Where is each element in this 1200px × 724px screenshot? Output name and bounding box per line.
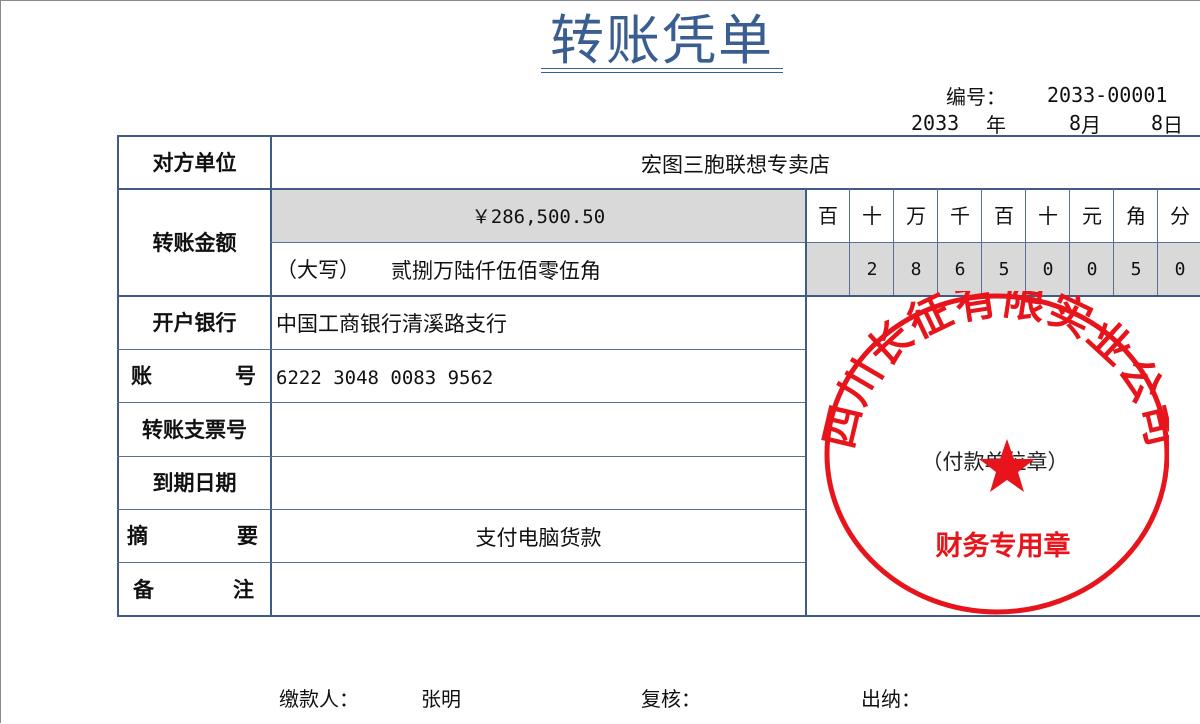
digit-header: 万 bbox=[906, 204, 926, 228]
digit-header: 千 bbox=[950, 204, 970, 228]
account-value: 6222 3048 0083 9562 bbox=[276, 367, 494, 389]
account-label-b: 号 bbox=[235, 364, 256, 388]
bank-label: 开户银行 bbox=[152, 311, 237, 335]
seal-bottom-text: 财务专用章 bbox=[936, 530, 1071, 562]
summary-label-b: 要 bbox=[237, 524, 258, 548]
cheque-label: 转账支票号 bbox=[142, 418, 247, 442]
remark-label-b: 注 bbox=[233, 578, 254, 602]
payer-value: 张明 bbox=[421, 687, 461, 711]
counterparty-value: 宏图三胞联想专卖店 bbox=[641, 153, 830, 177]
digit-header: 元 bbox=[1082, 204, 1102, 228]
digit-header: 百 bbox=[994, 204, 1014, 228]
remark-label-a: 备 bbox=[133, 578, 154, 602]
account-label-a: 账 bbox=[131, 364, 152, 388]
seal-company-name: 四川长征有限实业公司 bbox=[821, 291, 1169, 452]
amount-numeric: ￥286,500.50 bbox=[471, 206, 606, 228]
bank-value: 中国工商银行清溪路支行 bbox=[276, 312, 507, 336]
voucher-page: 转账凭单 编号： 2033-00001 2033 年 8 月 8 日 对方单位 … bbox=[0, 0, 1200, 723]
digit-value: 5 bbox=[998, 259, 1010, 280]
amount-label: 转账金额 bbox=[152, 231, 237, 255]
counterparty-label: 对方单位 bbox=[152, 151, 237, 175]
digit-value: 5 bbox=[1130, 259, 1142, 280]
digit-value: 0 bbox=[1174, 259, 1186, 280]
digit-value: 0 bbox=[1086, 259, 1098, 280]
seal-graphic: 四川长征有限实业公司 （付款单位章） 财务专用章 bbox=[814, 275, 1186, 615]
digit-header: 分 bbox=[1170, 204, 1190, 228]
digit-value: 8 bbox=[910, 259, 922, 280]
digit-header: 百 bbox=[818, 204, 838, 228]
payer-label: 缴款人： bbox=[279, 687, 359, 711]
digit-value: 6 bbox=[954, 259, 966, 280]
amount-words: 贰捌万陆仟伍佰零伍角 bbox=[391, 259, 601, 283]
due-date-label: 到期日期 bbox=[152, 471, 237, 495]
digit-value bbox=[806, 244, 850, 296]
company-seal: 四川长征有限实业公司 （付款单位章） 财务专用章 bbox=[814, 275, 1186, 617]
digit-header: 十 bbox=[862, 204, 882, 228]
summary-label-a: 摘 bbox=[127, 524, 148, 548]
digit-header: 角 bbox=[1126, 204, 1146, 228]
reviewer-label: 复核： bbox=[641, 687, 701, 711]
amount-words-prefix: （大写） bbox=[276, 258, 360, 282]
digit-header: 十 bbox=[1038, 204, 1058, 228]
digit-value: 2 bbox=[866, 259, 878, 280]
digit-value: 0 bbox=[1042, 259, 1054, 280]
cashier-label: 出纳： bbox=[861, 687, 921, 711]
summary-value: 支付电脑货款 bbox=[475, 526, 602, 550]
